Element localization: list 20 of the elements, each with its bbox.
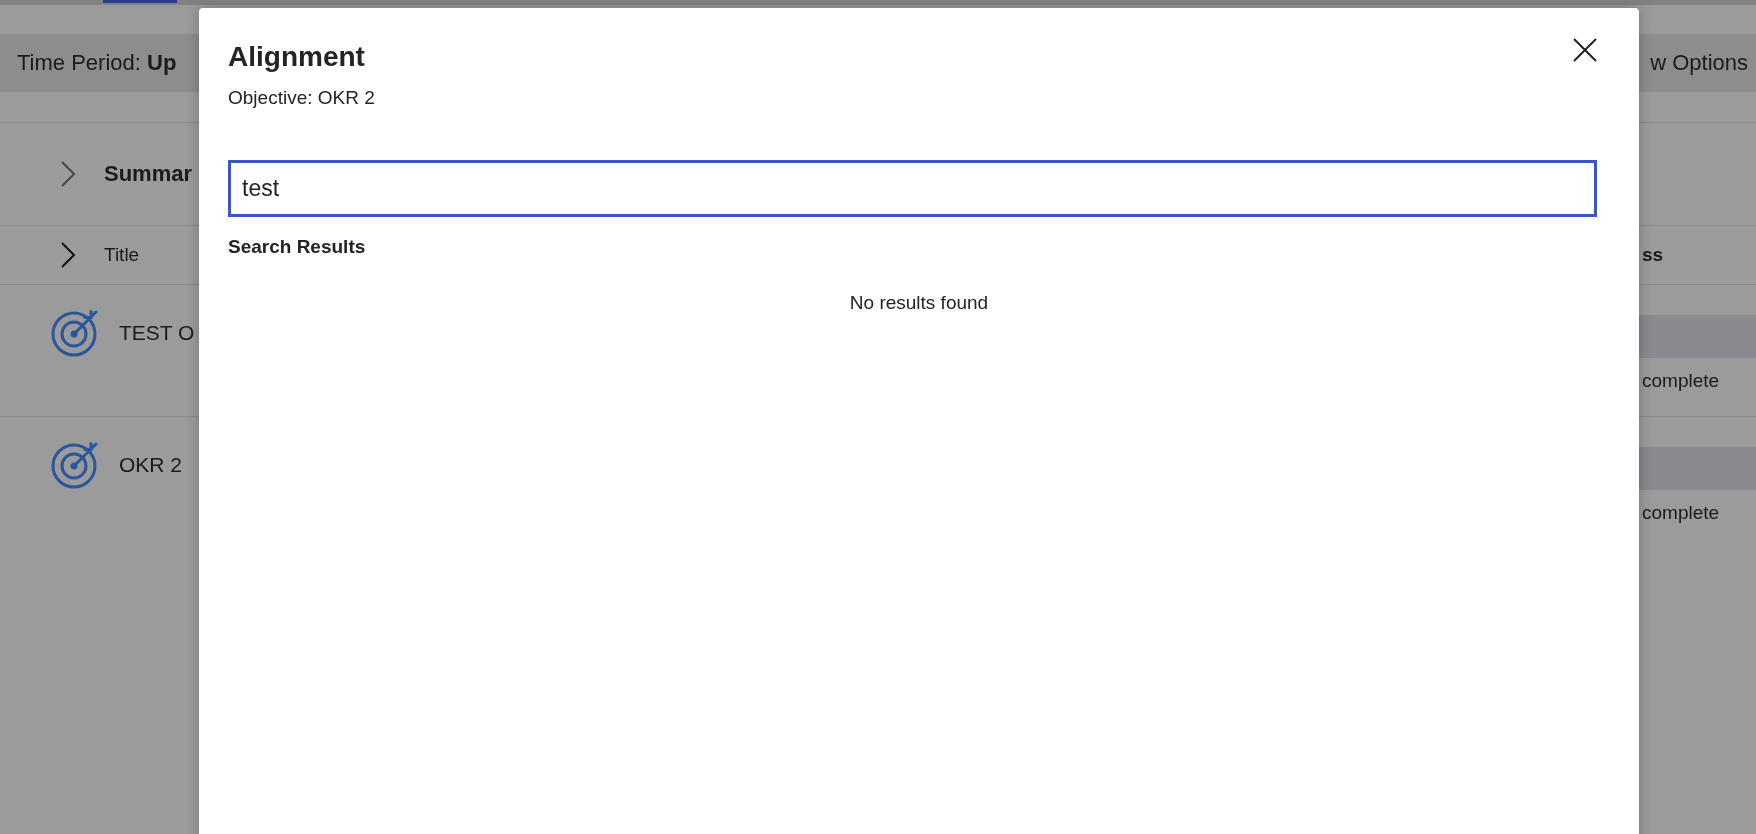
- view-options-button[interactable]: w Options: [1650, 50, 1748, 76]
- progress-label: complete: [1641, 501, 1720, 525]
- close-icon: [1573, 38, 1597, 62]
- time-period-label[interactable]: Time Period: Up: [17, 50, 177, 76]
- progress-label: complete: [1641, 369, 1720, 393]
- no-results-message: No results found: [849, 291, 989, 315]
- column-header: Title: [104, 244, 140, 266]
- chevron-icon[interactable]: [60, 241, 76, 269]
- search-results-heading: Search Results: [228, 235, 366, 259]
- target-icon: [50, 308, 100, 358]
- dialog-title: Alignment: [228, 40, 366, 74]
- dialog-subtitle: Objective: OKR 2: [228, 86, 375, 110]
- chevron-icon[interactable]: [60, 160, 76, 188]
- objective-title[interactable]: OKR 2: [119, 440, 183, 490]
- objective-title[interactable]: TEST O: [119, 308, 195, 358]
- column-header: ss: [1642, 244, 1664, 265]
- target-icon: [50, 440, 100, 490]
- close-button[interactable]: [1573, 38, 1597, 62]
- search-field[interactable]: test: [228, 160, 1597, 217]
- summary-heading: Summar: [104, 161, 193, 187]
